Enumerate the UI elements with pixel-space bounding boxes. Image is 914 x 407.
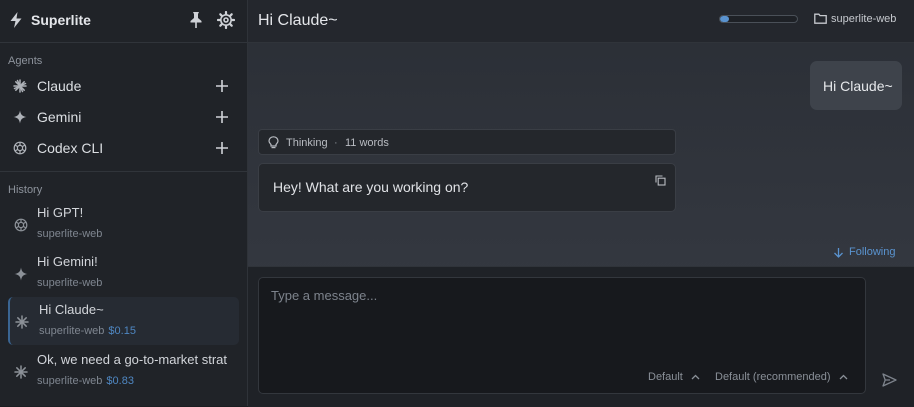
agent-label: Codex CLI bbox=[37, 140, 104, 156]
gear-icon[interactable] bbox=[217, 11, 235, 29]
agents-section-label: Agents bbox=[8, 55, 43, 67]
composer-area: Default Default (recommended) bbox=[248, 266, 914, 407]
chat-header: Hi Claude~ superlite-web bbox=[248, 0, 914, 43]
history-item[interactable]: Hi GPT! superlite-web bbox=[8, 200, 239, 248]
claude-asterisk-icon bbox=[13, 79, 27, 93]
history-section-label: History bbox=[8, 184, 43, 196]
message-input[interactable] bbox=[269, 286, 853, 350]
assistant-message-text: Hey! What are you working on? bbox=[273, 179, 469, 195]
agent-item-claude[interactable]: Claude bbox=[0, 71, 247, 101]
model-select[interactable]: Default (recommended) bbox=[715, 371, 848, 383]
history-workspace: superlite-web bbox=[39, 325, 105, 337]
add-gemini-icon[interactable] bbox=[215, 110, 229, 124]
chat-title: Hi Claude~ bbox=[258, 12, 338, 29]
pin-icon[interactable] bbox=[188, 11, 204, 29]
thinking-separator: · bbox=[334, 137, 338, 149]
openai-knot-icon bbox=[14, 218, 28, 232]
agent-item-codex-cli[interactable]: Codex CLI bbox=[0, 133, 247, 163]
assistant-message: Hey! What are you working on? bbox=[258, 163, 676, 212]
lightning-icon bbox=[9, 12, 23, 28]
mode-select-value: Default bbox=[648, 371, 683, 383]
user-message-text: Hi Claude~ bbox=[823, 78, 893, 94]
history-workspace: superlite-web bbox=[37, 228, 103, 240]
sidebar-header: Superlite bbox=[0, 0, 247, 43]
context-progress-bar bbox=[719, 15, 798, 23]
history-meta: superlite-web $0.15 bbox=[39, 325, 136, 337]
gemini-sparkle-icon bbox=[13, 110, 27, 124]
model-select-value: Default (recommended) bbox=[715, 371, 831, 383]
lightbulb-icon bbox=[268, 136, 279, 149]
chevron-up-icon bbox=[691, 374, 700, 380]
claude-asterisk-icon bbox=[14, 365, 28, 379]
sidebar: Superlite Agents Claude Gemini Codex CLI… bbox=[0, 0, 248, 406]
history-workspace: superlite-web bbox=[37, 375, 103, 387]
history-title: Hi GPT! bbox=[37, 205, 84, 220]
history-title: Hi Gemini! bbox=[37, 254, 98, 269]
add-codex-icon[interactable] bbox=[215, 141, 229, 155]
folder-icon bbox=[814, 13, 827, 24]
agent-label: Claude bbox=[37, 78, 82, 94]
agent-label: Gemini bbox=[37, 109, 82, 125]
claude-asterisk-icon bbox=[15, 315, 29, 329]
app-name: Superlite bbox=[31, 12, 91, 28]
history-item[interactable]: Ok, we need a go-to-market strat superli… bbox=[8, 347, 239, 395]
chat-panel: Hi Claude~ superlite-web Hi Claude~ Thin… bbox=[248, 0, 914, 407]
agent-item-gemini[interactable]: Gemini bbox=[0, 102, 247, 132]
copy-icon[interactable] bbox=[655, 175, 666, 186]
history-cost: $0.83 bbox=[106, 375, 134, 387]
history-cost: $0.15 bbox=[108, 325, 136, 337]
history-meta: superlite-web $0.83 bbox=[37, 375, 134, 387]
sidebar-divider bbox=[0, 171, 247, 172]
openai-knot-icon bbox=[13, 141, 27, 155]
thinking-block[interactable]: Thinking · 11 words bbox=[258, 129, 676, 155]
add-claude-icon[interactable] bbox=[215, 79, 229, 93]
send-icon[interactable] bbox=[882, 373, 897, 387]
mode-select[interactable]: Default bbox=[648, 371, 700, 383]
history-item[interactable]: Hi Gemini! superlite-web bbox=[8, 249, 239, 297]
gemini-sparkle-icon bbox=[14, 267, 28, 281]
history-title: Ok, we need a go-to-market strat bbox=[37, 352, 228, 367]
thinking-word-count: 11 words bbox=[345, 137, 389, 149]
composer-box: Default Default (recommended) bbox=[258, 277, 866, 394]
arrow-down-icon bbox=[833, 247, 844, 258]
history-title: Hi Claude~ bbox=[39, 302, 104, 317]
user-message: Hi Claude~ bbox=[810, 61, 902, 110]
context-progress-fill bbox=[720, 16, 730, 22]
history-item-active[interactable]: Hi Claude~ superlite-web $0.15 bbox=[8, 297, 239, 345]
thinking-label: Thinking bbox=[286, 137, 328, 149]
chevron-up-icon bbox=[839, 374, 848, 380]
workspace-label[interactable]: superlite-web bbox=[831, 13, 896, 25]
following-label: Following bbox=[849, 246, 896, 258]
history-workspace: superlite-web bbox=[37, 277, 103, 289]
